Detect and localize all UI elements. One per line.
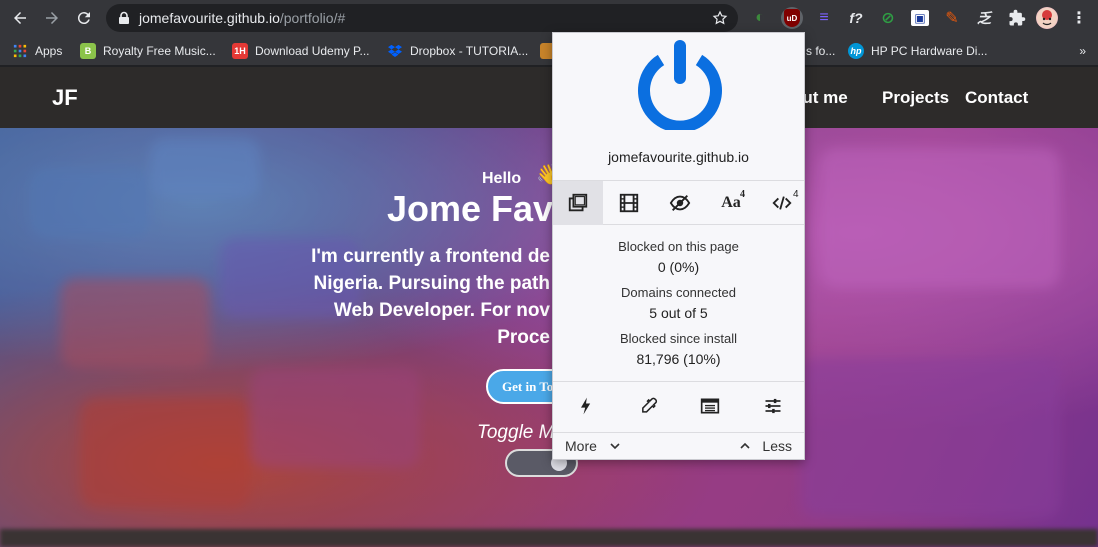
ext-menu-glyph: ≡ [819, 9, 829, 26]
more-less-row: More Less [553, 432, 804, 460]
hero-headline: Jome Fav [387, 188, 554, 229]
bookmark-label: Download Udemy P... [255, 44, 370, 58]
apps-grid-icon [12, 43, 28, 59]
block-media-toggle[interactable] [604, 181, 654, 225]
site-domain: jomefavourite.github.io [608, 149, 749, 165]
bookmark-label: Apps [35, 44, 63, 58]
domains-connected-value: 5 out of 5 [649, 305, 708, 321]
ext-font-icon[interactable]: 乏 [973, 7, 995, 29]
bookmark-hp-pc-hardware[interactable]: hp HP PC Hardware Di... [848, 41, 987, 61]
intro-line: Proce [497, 327, 550, 348]
more-label: More [565, 438, 597, 454]
bookmark-star-icon[interactable] [712, 10, 728, 26]
intro-line: Nigeria. Pursuing the path [313, 273, 550, 294]
code-brackets-icon [772, 196, 792, 210]
browser-toolbar: jomefavourite.github.io/portfolio/# ◐ uD ≡… [0, 0, 1098, 36]
extensions-puzzle-icon[interactable] [1006, 7, 1028, 29]
ext-screen-icon[interactable]: ▣ [909, 7, 931, 29]
hp-logo-icon: hp [848, 43, 864, 59]
ext-function-icon[interactable]: f? [845, 7, 867, 29]
bookmarks-overflow-icon[interactable]: » [1079, 44, 1086, 58]
udemy-1h-icon: 1H [232, 43, 248, 59]
ext-menu-icon[interactable]: ≡ [813, 7, 835, 29]
eye-slash-icon [669, 195, 691, 211]
url-path: /portfolio/# [279, 10, 346, 26]
more-button[interactable]: More [565, 438, 621, 454]
page-bottom-edge [0, 529, 1098, 547]
popup-tools-row [553, 381, 804, 431]
hero-intro: I'm currently a frontend de Nigeria. Pur… [300, 243, 550, 351]
lightning-zap-icon[interactable] [574, 394, 598, 418]
nav-link-contact[interactable]: Contact [965, 88, 1028, 108]
blocked-page-label: Blocked on this page [618, 239, 739, 254]
logger-list-icon[interactable] [698, 394, 722, 418]
less-label: Less [762, 438, 792, 454]
bookmark-download-udemy[interactable]: 1H Download Udemy P... [232, 41, 370, 61]
bookmark-label: HP PC Hardware Di... [871, 44, 988, 58]
chevron-down-icon [610, 443, 620, 450]
toggle-mode-label: Toggle M [477, 422, 555, 443]
site-brand-logo[interactable]: JF [52, 85, 78, 111]
ublock-origin-glyph: uD [784, 9, 800, 27]
per-site-switches: Aa 4 4 [553, 180, 804, 225]
ublock-origin-icon[interactable]: uD [781, 7, 803, 29]
blocked-install-value: 81,796 (10%) [636, 351, 721, 367]
film-strip-icon [619, 193, 639, 213]
dashboard-sliders-icon[interactable] [761, 394, 785, 418]
site-navbar: JF out me Projects Contact [0, 67, 1098, 128]
bookmark-royalty-free-music[interactable]: B Royalty Free Music... [80, 41, 216, 61]
ext-colorpick-icon[interactable]: ⊘ [877, 7, 899, 29]
hello-greeting: Hello [482, 170, 522, 187]
back-icon[interactable] [8, 6, 32, 30]
ext-function-glyph: f? [849, 10, 863, 26]
bookmark-label: Dropbox - TUTORIA... [410, 44, 529, 58]
fonts-label: Aa [721, 194, 741, 211]
forward-icon[interactable] [40, 6, 64, 30]
royalty-music-b-icon: B [80, 43, 96, 59]
blocked-install-label: Blocked since install [619, 331, 738, 346]
domains-connected-label: Domains connected [621, 285, 736, 300]
scripts-badge: 4 [793, 189, 799, 200]
ext-font-glyph: 乏 [977, 10, 991, 26]
intro-line: Web Developer. For nov [333, 300, 550, 321]
nav-link-projects[interactable]: Projects [882, 88, 949, 108]
ext-clipper-icon[interactable]: ✎ [941, 7, 963, 29]
ext-screen-glyph: ▣ [911, 10, 929, 26]
power-switch-icon[interactable] [634, 38, 726, 130]
blocking-stats: Blocked on this page 0 (0%) Domains conn… [553, 237, 804, 375]
dropbox-icon [387, 43, 403, 59]
bookmark-label: s fo... [806, 44, 836, 58]
bookmark-dropbox[interactable]: Dropbox - TUTORIA... [387, 41, 528, 61]
address-bar[interactable]: jomefavourite.github.io/portfolio/# [106, 4, 738, 32]
url-host: jomefavourite.github.io [139, 10, 280, 26]
ext-translate-icon[interactable]: ◐ [749, 7, 771, 29]
ext-colorpick-glyph: ⊘ [881, 10, 895, 27]
profile-avatar[interactable] [1036, 7, 1058, 29]
ext-translate-glyph: ◐ [755, 9, 765, 26]
browser-menu-icon[interactable]: ⋮ [1068, 7, 1090, 29]
javascript-toggle[interactable]: 4 [757, 181, 807, 225]
reload-icon[interactable] [72, 6, 96, 30]
blocked-page-value: 0 (0%) [657, 259, 700, 275]
url-text: jomefavourite.github.io/portfolio/# [139, 10, 345, 26]
cosmetic-filter-toggle[interactable] [655, 181, 705, 225]
less-button[interactable]: Less [739, 438, 792, 454]
remote-fonts-toggle[interactable]: Aa 4 [706, 181, 756, 225]
popup-window-icon [568, 193, 588, 212]
bookmark-label: Royalty Free Music... [103, 44, 216, 58]
block-popups-toggle[interactable] [553, 181, 603, 225]
web-page: JF out me Projects Contact Hello 👋 Jome … [0, 67, 1098, 547]
bookmark-apps[interactable]: Apps [12, 41, 62, 61]
chevron-up-icon [739, 442, 750, 449]
intro-line: I'm currently a frontend de [311, 246, 550, 267]
ext-clipper-glyph: ✎ [945, 10, 959, 27]
hero-section: Hello 👋 Jome Fav I'm currently a fronten… [0, 128, 1098, 547]
bookmarks-bar: Apps B Royalty Free Music... 1H Download… [0, 36, 1098, 66]
lock-icon[interactable] [117, 11, 131, 25]
ublock-popup: jomefavourite.github.io Aa 4 4 Blocked o… [552, 32, 805, 460]
eyedropper-picker-icon[interactable] [637, 394, 661, 418]
fonts-badge: 4 [740, 189, 745, 200]
bookmark-hidden-behind-popup[interactable]: s fo... [806, 41, 835, 61]
